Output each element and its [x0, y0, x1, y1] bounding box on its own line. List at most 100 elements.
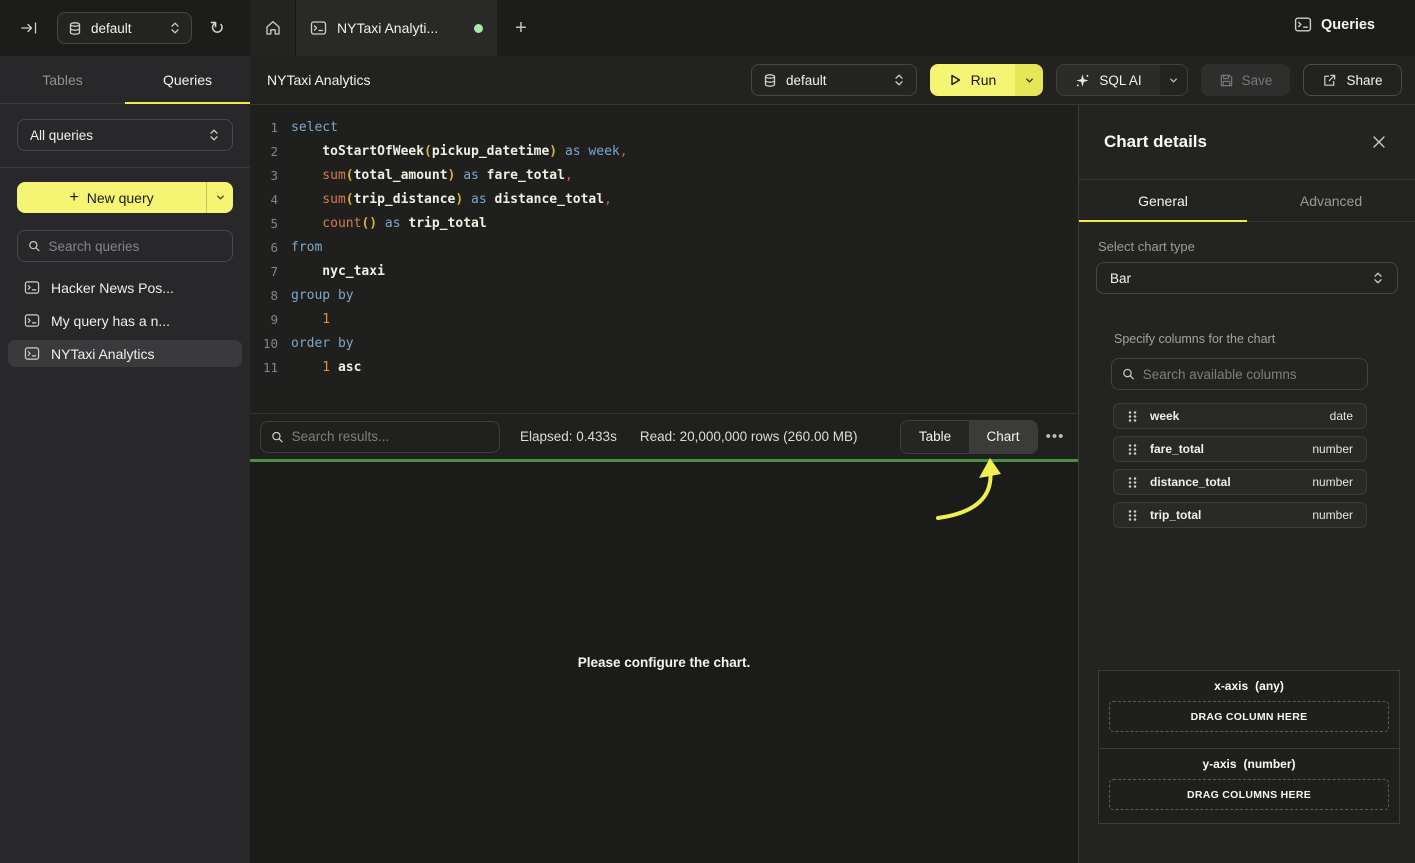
code-line[interactable]: 1 select — [250, 116, 1078, 140]
code-line[interactable]: 5 count() as trip_total — [250, 212, 1078, 236]
code-line[interactable]: 9 1 — [250, 308, 1078, 332]
share-button[interactable]: Share — [1303, 64, 1402, 96]
chart-empty-message: Please configure the chart. — [250, 655, 1078, 670]
tab-general[interactable]: General — [1079, 180, 1247, 221]
code-lines: 1 select 2 toStartOfWeek(pickup_datetime… — [250, 116, 1078, 380]
more-options-button[interactable]: ••• — [1038, 428, 1072, 445]
new-tab-button[interactable]: + — [497, 0, 545, 56]
select-chevrons-icon — [893, 73, 905, 87]
query-filter-select[interactable]: All queries — [17, 119, 233, 151]
line-number: 6 — [250, 236, 278, 260]
query-list-item[interactable]: Hacker News Pos... — [8, 274, 242, 301]
active-query-tab[interactable]: NYTaxi Analyti... — [296, 0, 497, 56]
sql-ai-dropdown[interactable] — [1160, 65, 1187, 95]
columns-search-input[interactable] — [1143, 367, 1357, 382]
active-tab-label: NYTaxi Analyti... — [337, 20, 464, 36]
sql-ai-button[interactable]: SQL AI — [1056, 64, 1188, 96]
code-line[interactable]: 6 from — [250, 236, 1078, 260]
query-search-input[interactable] — [49, 239, 222, 254]
x-axis-drop-zone[interactable]: DRAG COLUMN HERE — [1109, 701, 1389, 732]
drag-handle-icon — [1127, 443, 1138, 456]
editor-database-selector[interactable]: default — [751, 64, 917, 96]
run-button[interactable]: Run — [930, 64, 1043, 96]
sidebar-divider — [0, 167, 250, 168]
line-number: 1 — [250, 116, 278, 140]
code-line[interactable]: 11 1 asc — [250, 356, 1078, 380]
chart-type-label: Select chart type — [1098, 239, 1415, 254]
tab-tables[interactable]: Tables — [0, 56, 125, 103]
new-query-label: New query — [87, 190, 154, 206]
line-number: 9 — [250, 308, 278, 332]
drag-handle-icon — [1127, 410, 1138, 423]
column-name: fare_total — [1150, 442, 1300, 456]
chevron-down-icon — [1024, 75, 1035, 86]
column-row[interactable]: week date — [1113, 403, 1367, 429]
results-search[interactable] — [260, 421, 500, 453]
run-button-main[interactable]: Run — [930, 64, 1015, 96]
query-search[interactable] — [17, 230, 233, 262]
tab-queries[interactable]: Queries — [125, 56, 250, 103]
column-row[interactable]: trip_total number — [1113, 502, 1367, 528]
close-panel-button[interactable] — [1370, 133, 1388, 151]
results-search-input[interactable] — [292, 429, 489, 444]
chevron-down-icon — [215, 192, 226, 203]
queries-tab-underline — [125, 102, 250, 104]
code-line[interactable]: 7 nyc_taxi — [250, 260, 1078, 284]
new-query-dropdown[interactable] — [206, 182, 233, 213]
query-list-item[interactable]: NYTaxi Analytics — [8, 340, 242, 367]
line-number: 8 — [250, 284, 278, 308]
run-icon — [949, 73, 962, 87]
unsaved-indicator-dot — [474, 24, 483, 33]
queries-nav-button[interactable]: Queries — [1294, 16, 1375, 33]
sql-console-app: default ↻ NYTaxi Analyti... + Queries Ta… — [0, 0, 1415, 863]
new-query-main[interactable]: + New query — [17, 182, 206, 213]
new-query-button[interactable]: + New query — [17, 182, 233, 213]
home-tab[interactable] — [250, 0, 296, 56]
code-line[interactable]: 2 toStartOfWeek(pickup_datetime) as week… — [250, 140, 1078, 164]
topbar-database-selector[interactable]: default — [57, 12, 192, 44]
line-number: 3 — [250, 164, 278, 188]
tab-strip: NYTaxi Analyti... + — [250, 0, 545, 56]
line-code: order by — [278, 332, 354, 356]
column-row[interactable]: fare_total number — [1113, 436, 1367, 462]
column-type: number — [1312, 508, 1353, 522]
code-line[interactable]: 3 sum(total_amount) as fare_total, — [250, 164, 1078, 188]
axis-config-box: x-axis(any) DRAG COLUMN HERE y-axis(numb… — [1098, 670, 1400, 824]
view-tab-chart[interactable]: Chart — [969, 421, 1037, 453]
save-button[interactable]: Save — [1201, 64, 1290, 96]
line-number: 4 — [250, 188, 278, 212]
run-options-dropdown[interactable] — [1015, 64, 1043, 96]
columns-search[interactable] — [1111, 358, 1368, 390]
plus-icon: + — [69, 189, 78, 207]
line-code: sum(total_amount) as fare_total, — [278, 164, 573, 188]
general-tab-underline — [1079, 220, 1247, 222]
elapsed-stat: Elapsed: 0.433s — [520, 429, 617, 444]
sql-ai-label: SQL AI — [1099, 73, 1141, 88]
y-axis-label: y-axis(number) — [1099, 757, 1399, 771]
y-axis-drop-zone[interactable]: DRAG COLUMNS HERE — [1109, 779, 1389, 810]
select-chevrons-icon — [208, 128, 220, 142]
top-bar: default ↻ NYTaxi Analyti... + Queries — [0, 0, 1415, 56]
chevron-down-icon — [1168, 75, 1179, 86]
code-line[interactable]: 10 order by — [250, 332, 1078, 356]
search-icon — [1122, 367, 1135, 381]
columns-section-label: Specify columns for the chart — [1114, 332, 1415, 346]
drag-handle-icon — [1127, 476, 1138, 489]
view-tab-table[interactable]: Table — [901, 421, 969, 453]
sql-ai-main[interactable]: SQL AI — [1057, 73, 1160, 88]
query-list-item[interactable]: My query has a n... — [8, 307, 242, 334]
column-row[interactable]: distance_total number — [1113, 469, 1367, 495]
code-line[interactable]: 4 sum(trip_distance) as distance_total, — [250, 188, 1078, 212]
tab-advanced[interactable]: Advanced — [1247, 180, 1415, 221]
collapse-sidebar-button[interactable] — [20, 19, 40, 37]
refresh-button[interactable]: ↻ — [206, 17, 228, 39]
line-number: 10 — [250, 332, 278, 356]
line-code: group by — [278, 284, 354, 308]
code-line[interactable]: 8 group by — [250, 284, 1078, 308]
sql-editor[interactable]: 1 select 2 toStartOfWeek(pickup_datetime… — [250, 105, 1078, 413]
query-item-label: NYTaxi Analytics — [51, 346, 154, 362]
chart-type-select[interactable]: Bar — [1096, 262, 1398, 294]
chart-details-title: Chart details — [1104, 132, 1370, 152]
line-code: 1 asc — [278, 356, 361, 380]
column-type: number — [1312, 475, 1353, 489]
